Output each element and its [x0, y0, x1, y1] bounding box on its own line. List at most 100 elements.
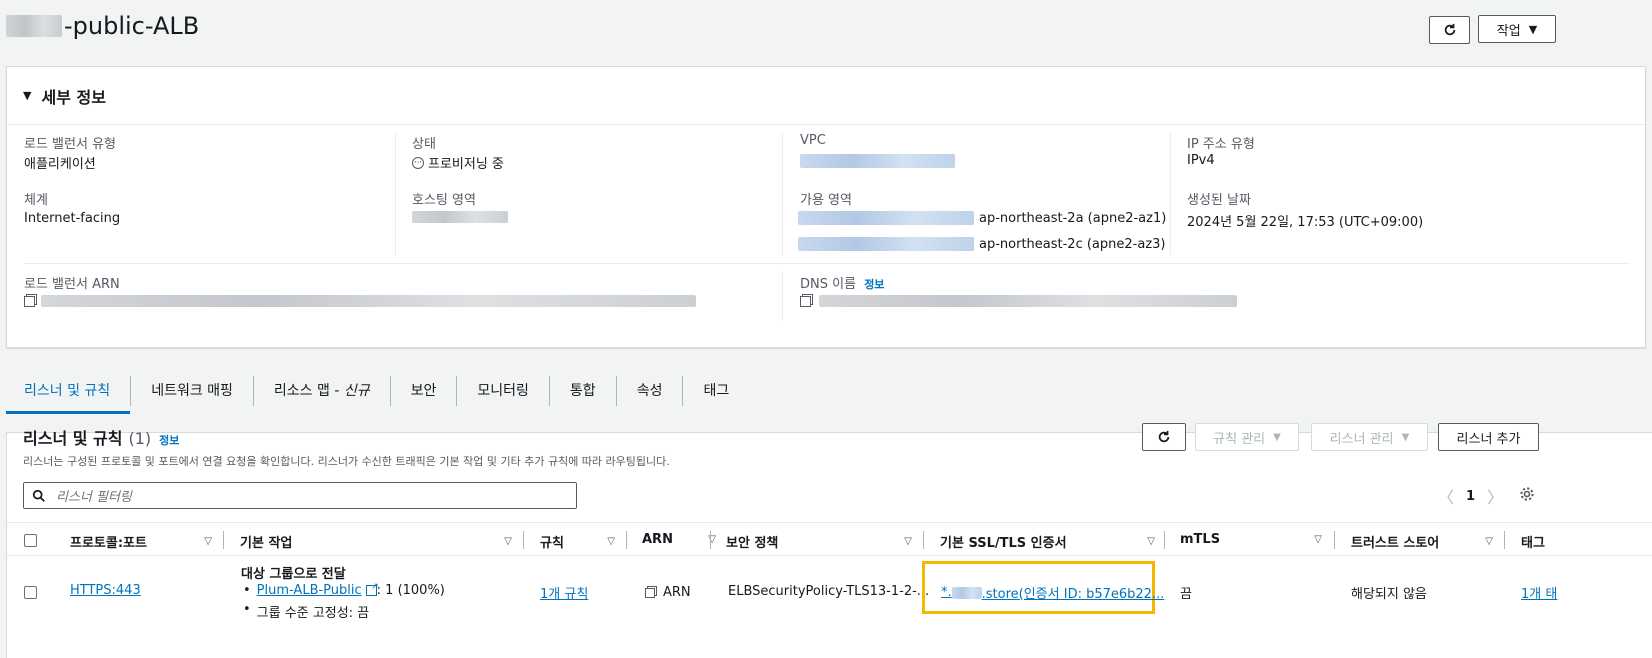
stickiness: • 그룹 수준 고정성: 끔	[243, 602, 370, 621]
redacted-arn	[41, 295, 696, 307]
listeners-heading: 리스너 및 규칙 (1) 정보	[23, 429, 180, 448]
rules-link[interactable]: 1개 규칙	[540, 583, 588, 602]
row-divider	[24, 263, 1630, 264]
sort-icon: ▽	[504, 536, 512, 547]
pagination: 〈 1 〉	[1438, 484, 1503, 508]
col-security-policy[interactable]: 보안 정책 ▽	[726, 532, 922, 551]
caret-down-icon: ▼	[1401, 431, 1410, 443]
dns-info-link[interactable]: 정보	[864, 278, 884, 291]
redacted-vpc-link[interactable]	[800, 154, 955, 168]
default-action-title: 대상 그룹으로 전달	[241, 567, 346, 582]
manage-listener-button[interactable]: 리스너 관리 ▼	[1311, 423, 1428, 451]
page-title: -public-ALB	[6, 12, 199, 40]
lb-type-label: 로드 밸런서 유형	[24, 137, 116, 152]
state-label: 상태	[412, 137, 436, 152]
tags-link[interactable]: 1개 태	[1521, 583, 1557, 602]
refresh-icon	[1158, 430, 1170, 443]
security-policy: ELBSecurityPolicy-TLS13-1-2-...	[728, 584, 930, 599]
new-label: 신규	[343, 383, 370, 399]
divider	[1170, 133, 1171, 255]
col-trust-store[interactable]: 트러스트 스토어 ▽	[1351, 532, 1503, 551]
tab-tags[interactable]: 태그	[683, 368, 749, 414]
ip-type-label: IP 주소 유형	[1187, 137, 1255, 152]
default-action-target: • Plum-ALB-Public ↗ : 1 (100%)	[243, 582, 445, 598]
copy-icon	[645, 587, 655, 598]
chevron-left-icon[interactable]: 〈	[1438, 484, 1454, 508]
redacted-subnet-link[interactable]	[798, 211, 974, 225]
refresh-button[interactable]	[1429, 16, 1470, 44]
az-label: 가용 영역	[800, 193, 852, 208]
sort-icon: ▽	[1314, 534, 1322, 545]
row-checkbox[interactable]	[24, 586, 37, 599]
caret-down-icon: ▼	[23, 89, 32, 102]
copy-icon[interactable]	[800, 295, 811, 307]
trust-store-value: 해당되지 않음	[1351, 587, 1427, 602]
page-number[interactable]: 1	[1466, 489, 1475, 504]
dns-value	[800, 295, 1237, 307]
col-rules[interactable]: 규칙 ▽	[540, 532, 625, 551]
refresh-icon	[1444, 23, 1455, 36]
caret-down-icon: ▼	[1273, 431, 1281, 443]
hosted-zone-label: 호스팅 영역	[412, 193, 476, 208]
created-label: 생성된 날짜	[1187, 193, 1251, 208]
created-value: 2024년 5월 22일, 17:53 (UTC+09:00)	[1187, 215, 1424, 230]
arn-value	[24, 295, 696, 307]
manage-rules-button[interactable]: 규칙 관리 ▼	[1195, 423, 1299, 451]
tab-listeners[interactable]: 리스너 및 규칙	[6, 368, 131, 414]
lb-type-value: 애플리케이션	[24, 157, 96, 172]
tab-resource-map[interactable]: 리소스 맵 - 신규	[254, 368, 390, 414]
listener-protocol-link[interactable]: HTTPS:443	[70, 583, 141, 598]
scheme-value: Internet-facing	[24, 211, 121, 226]
sort-icon: ▽	[204, 536, 212, 547]
tab-bar: 리스너 및 규칙 네트워크 매핑 리소스 맵 - 신규 보안 모니터링 통합 속…	[6, 368, 749, 416]
redacted-name	[6, 15, 62, 37]
scheme-label: 체계	[24, 193, 48, 208]
tab-integrations[interactable]: 통합	[550, 368, 616, 414]
tab-monitoring[interactable]: 모니터링	[457, 368, 549, 414]
sort-icon: ▽	[607, 536, 615, 547]
col-arn[interactable]: ARN ▽	[642, 532, 726, 547]
arn-label: 로드 밸런서 ARN	[24, 277, 120, 292]
tab-attributes[interactable]: 속성	[617, 368, 683, 414]
divider	[395, 133, 396, 255]
target-group-link[interactable]: Plum-ALB-Public	[257, 583, 362, 598]
col-default-action[interactable]: 기본 작업 ▽	[240, 532, 522, 551]
redacted-domain	[951, 586, 982, 599]
search-icon	[32, 489, 45, 502]
caret-down-icon: ▼	[1528, 22, 1538, 36]
arn-copy[interactable]: ARN	[645, 585, 691, 600]
vpc-label: VPC	[800, 133, 826, 148]
table-row: HTTPS:443 대상 그룹으로 전달 • Plum-ALB-Public ↗…	[7, 557, 1652, 658]
pending-icon: ···	[412, 156, 424, 169]
ip-type-value: IPv4	[1187, 153, 1215, 168]
tab-network-mapping[interactable]: 네트워크 매핑	[131, 368, 253, 414]
external-link-icon: ↗	[365, 582, 379, 596]
dns-label: DNS 이름 정보	[800, 277, 885, 292]
select-all-checkbox[interactable]	[24, 534, 37, 547]
redacted-subnet-link[interactable]	[798, 237, 974, 251]
details-panel: ▼ 세부 정보 로드 밸런서 유형 애플리케이션 체계 Internet-fac…	[6, 66, 1646, 348]
tab-security[interactable]: 보안	[391, 368, 457, 414]
copy-icon[interactable]	[24, 295, 35, 307]
col-protocol[interactable]: 프로토콜:포트 ▽	[70, 532, 222, 551]
sort-icon: ▽	[1147, 536, 1155, 547]
divider	[782, 271, 783, 321]
col-mtls[interactable]: mTLS ▽	[1180, 532, 1332, 547]
details-header[interactable]: ▼ 세부 정보	[7, 67, 1645, 125]
listeners-info-link[interactable]: 정보	[159, 432, 179, 448]
redacted-hosted-zone	[412, 211, 508, 223]
chevron-right-icon[interactable]: 〉	[1487, 484, 1503, 508]
az-2-value: ap-northeast-2c (apne2-az3)	[979, 237, 1166, 252]
listener-filter-input[interactable]: 리스너 필터링	[23, 482, 577, 509]
col-ssl-cert[interactable]: 기본 SSL/TLS 인증서 ▽	[940, 532, 1165, 551]
sort-icon: ▽	[1485, 536, 1493, 547]
redacted-dns	[819, 295, 1237, 307]
gear-icon[interactable]	[1519, 486, 1535, 506]
actions-button[interactable]: 작업 ▼	[1478, 15, 1556, 43]
state-value: ··· 프로비저닝 중	[412, 153, 504, 172]
col-tags[interactable]: 태그	[1521, 532, 1545, 551]
refresh-listeners-button[interactable]	[1142, 423, 1186, 451]
ssl-cert-link[interactable]: *. .store(인증서 ID: b57e6b22...	[941, 583, 1164, 602]
add-listener-button[interactable]: 리스너 추가	[1438, 423, 1539, 451]
table-header: 프로토콜:포트 ▽ 기본 작업 ▽ 규칙 ▽ ARN ▽ 보안 정책 ▽ 기본 SSL/T…	[7, 522, 1652, 556]
